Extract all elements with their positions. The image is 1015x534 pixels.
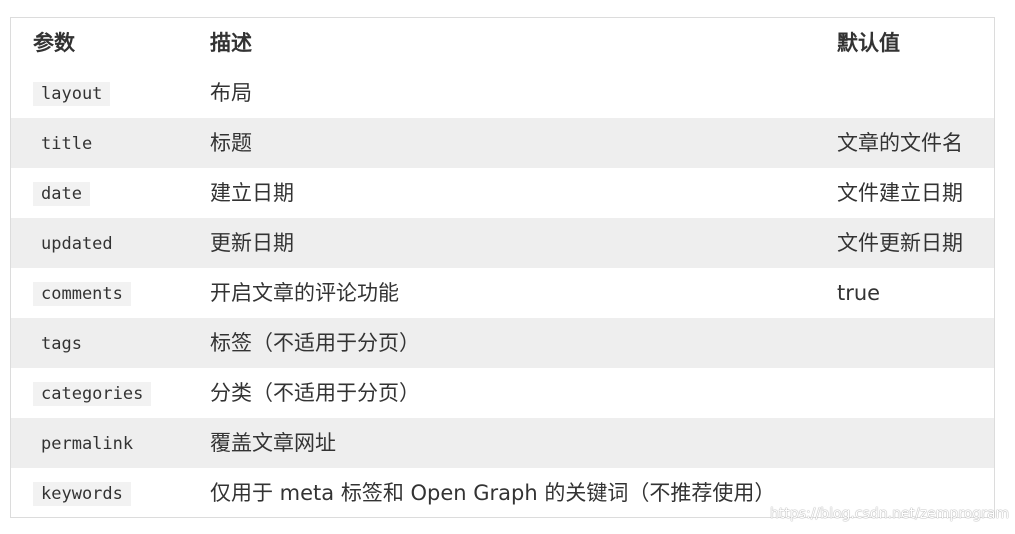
param-code: keywords — [33, 481, 131, 506]
header-desc: 描述 — [210, 31, 252, 55]
param-code: title — [41, 133, 93, 154]
param-code: categories — [33, 381, 152, 406]
param-code: tags — [41, 333, 82, 354]
param-cell: updated — [33, 218, 121, 268]
desc-cell: 仅用于 meta 标签和 Open Graph 的关键词（不推荐使用） — [210, 481, 776, 505]
param-cell: comments — [33, 268, 131, 318]
desc-cell: 标题 — [210, 131, 252, 155]
table-row: permalink 覆盖文章网址 — [11, 418, 994, 468]
desc-cell: 分类（不适用于分页） — [210, 381, 420, 405]
table-row: updated 更新日期 文件更新日期 — [11, 218, 994, 268]
table-row: title 标题 文章的文件名 — [11, 118, 994, 168]
param-cell: date — [33, 168, 90, 218]
header-default: 默认值 — [837, 31, 900, 55]
desc-cell: 更新日期 — [210, 231, 294, 255]
desc-cell: 布局 — [210, 81, 252, 105]
param-code: date — [33, 181, 90, 206]
param-cell: title — [33, 118, 100, 168]
default-cell: 文章的文件名 — [837, 131, 963, 155]
param-cell: tags — [33, 318, 90, 368]
parameters-table: 参数 描述 默认值 layout 布局 title 标题 文章的文件名 date… — [10, 17, 995, 518]
param-code: layout — [33, 81, 111, 106]
table-row: layout 布局 — [11, 68, 994, 118]
default-cell: 文件更新日期 — [837, 231, 963, 255]
desc-cell: 建立日期 — [210, 181, 294, 205]
table-row: date 建立日期 文件建立日期 — [11, 168, 994, 218]
param-cell: categories — [33, 368, 152, 418]
default-cell: true — [837, 281, 881, 305]
param-code: comments — [33, 281, 131, 306]
desc-cell: 标签（不适用于分页） — [210, 331, 420, 355]
table-row: comments 开启文章的评论功能 true — [11, 268, 994, 318]
header-param: 参数 — [33, 31, 75, 55]
table-row: tags 标签（不适用于分页） — [11, 318, 994, 368]
param-cell: keywords — [33, 468, 131, 518]
table-header-row: 参数 描述 默认值 — [11, 18, 994, 68]
desc-cell: 开启文章的评论功能 — [210, 281, 399, 305]
default-cell: 文件建立日期 — [837, 181, 963, 205]
param-cell: permalink — [33, 418, 141, 468]
param-code: permalink — [41, 433, 134, 454]
desc-cell: 覆盖文章网址 — [210, 431, 336, 455]
table-row: categories 分类（不适用于分页） — [11, 368, 994, 418]
param-code: updated — [41, 233, 113, 254]
param-cell: layout — [33, 68, 111, 118]
watermark-text: https://blog.csdn.net/zemprogram — [770, 506, 1010, 522]
